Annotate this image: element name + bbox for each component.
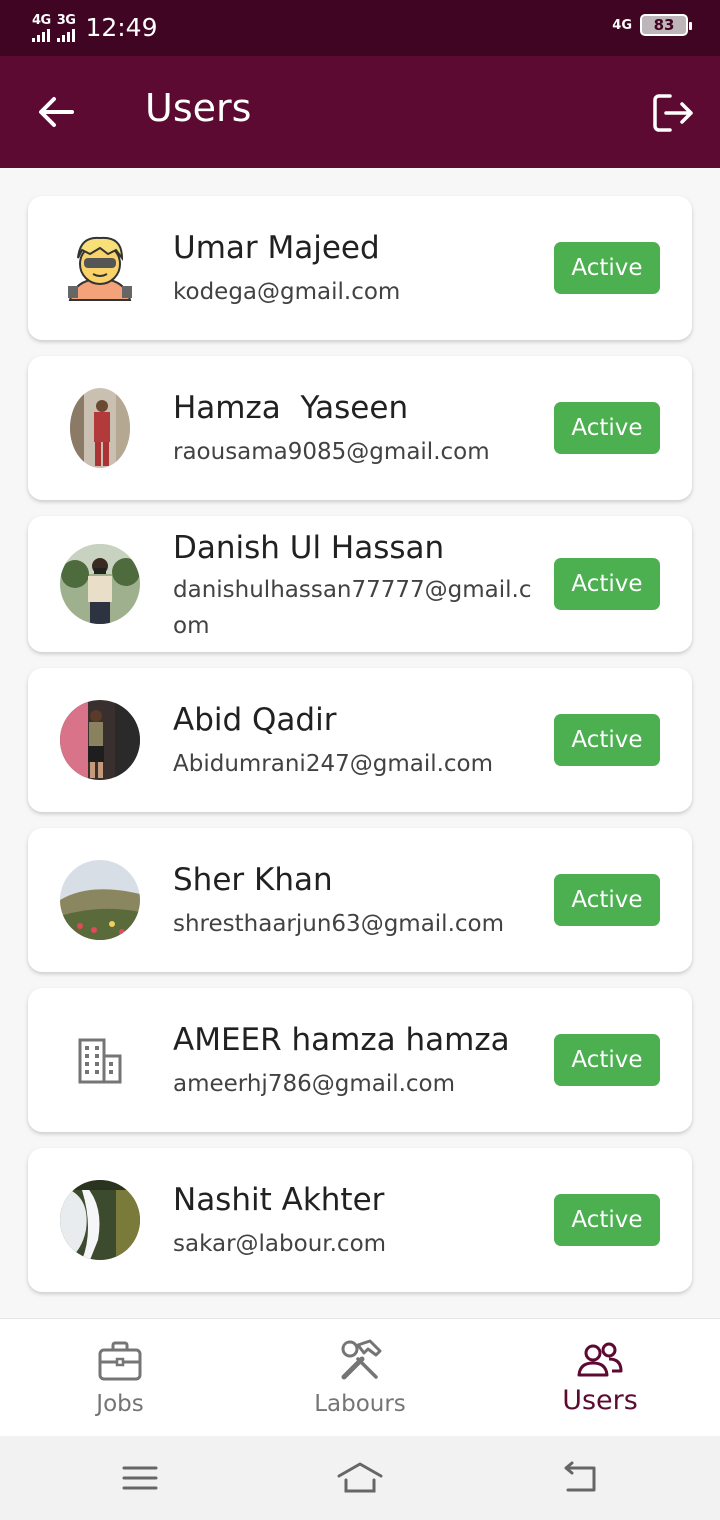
user-avatar bbox=[70, 388, 130, 468]
tools-icon bbox=[341, 1339, 382, 1380]
user-email: danishulhassan77777@gmail.com bbox=[173, 577, 532, 639]
user-email: raousama9085@gmail.com bbox=[173, 439, 490, 465]
status-badge: Active bbox=[554, 874, 660, 926]
battery-icon: 83 bbox=[640, 14, 692, 36]
user-card[interactable]: Abid Qadir Abidumrani247@gmail.com Activ… bbox=[28, 668, 692, 812]
status-badge: Active bbox=[554, 242, 660, 294]
app-bar: Users bbox=[0, 56, 720, 168]
user-name: AMEER hamza hamza bbox=[173, 1022, 510, 1058]
user-name: Umar Majeed bbox=[173, 230, 380, 266]
user-card[interactable]: Danish Ul Hassan danishulhassan77777@gma… bbox=[28, 516, 692, 652]
status-badge: Active bbox=[554, 714, 660, 766]
network-type-1: 4G bbox=[32, 13, 51, 28]
back-nav-icon[interactable] bbox=[558, 1458, 602, 1498]
user-email: Abidumrani247@gmail.com bbox=[173, 751, 494, 777]
user-email: ameerhj786@gmail.com bbox=[173, 1071, 456, 1097]
building-icon bbox=[60, 1020, 140, 1100]
system-navigation-bar bbox=[0, 1436, 720, 1520]
status-badge: Active bbox=[554, 402, 660, 454]
nav-item-users[interactable]: Users bbox=[480, 1319, 720, 1437]
user-name: Danish Ul Hassan bbox=[173, 530, 445, 566]
user-name: Nashit Akhter bbox=[173, 1182, 385, 1218]
status-bar: 4G 3G 12:49 4G 83 bbox=[0, 0, 720, 56]
user-card[interactable]: Nashit Akhter sakar@labour.com Active bbox=[28, 1148, 692, 1292]
clock: 12:49 bbox=[85, 13, 158, 42]
nav-label-jobs: Jobs bbox=[96, 1391, 144, 1417]
logout-button[interactable] bbox=[650, 90, 696, 136]
user-card[interactable]: Hamza Yaseen raousama9085@gmail.com Acti… bbox=[28, 356, 692, 500]
network-4g-indicator: 4G bbox=[612, 17, 632, 33]
arrow-left-icon bbox=[39, 97, 74, 127]
user-card[interactable]: Sher Khan shresthaarjun63@gmail.com Acti… bbox=[28, 828, 692, 972]
user-name: Abid Qadir bbox=[173, 702, 337, 738]
status-badge: Active bbox=[554, 558, 660, 610]
page-title: Users bbox=[145, 86, 252, 130]
user-name: Sher Khan bbox=[173, 862, 333, 898]
user-email: shresthaarjun63@gmail.com bbox=[173, 911, 505, 937]
signal-icon-2: 3G bbox=[56, 13, 76, 42]
menu-icon[interactable] bbox=[118, 1458, 162, 1498]
nav-label-labours: Labours bbox=[314, 1391, 406, 1417]
nav-item-jobs[interactable]: Jobs bbox=[0, 1319, 240, 1437]
user-avatar bbox=[60, 544, 140, 624]
user-email: sakar@labour.com bbox=[173, 1231, 387, 1257]
signal-icon-1: 4G bbox=[32, 14, 51, 42]
briefcase-icon bbox=[98, 1341, 142, 1381]
user-name: Hamza Yaseen bbox=[173, 390, 409, 426]
nav-label-users: Users bbox=[562, 1385, 638, 1416]
bottom-navigation: Jobs Labours Users bbox=[0, 1318, 720, 1436]
user-card[interactable]: Umar Majeed kodega@gmail.com Active bbox=[28, 196, 692, 340]
cartoon-avatar-icon bbox=[60, 228, 140, 308]
user-avatar bbox=[60, 860, 140, 940]
users-icon bbox=[577, 1342, 623, 1377]
home-icon[interactable] bbox=[336, 1458, 384, 1498]
status-badge: Active bbox=[554, 1194, 660, 1246]
user-card[interactable]: AMEER hamza hamza ameerhj786@gmail.com A… bbox=[28, 988, 692, 1132]
back-button[interactable] bbox=[34, 90, 78, 134]
network-type-2: 3G bbox=[56, 13, 76, 28]
user-avatar bbox=[60, 700, 140, 780]
logout-icon bbox=[653, 94, 693, 132]
battery-level: 83 bbox=[653, 16, 675, 34]
nav-item-labours[interactable]: Labours bbox=[240, 1319, 480, 1437]
user-email: kodega@gmail.com bbox=[173, 279, 401, 305]
status-badge: Active bbox=[554, 1034, 660, 1086]
user-avatar bbox=[60, 1180, 140, 1260]
